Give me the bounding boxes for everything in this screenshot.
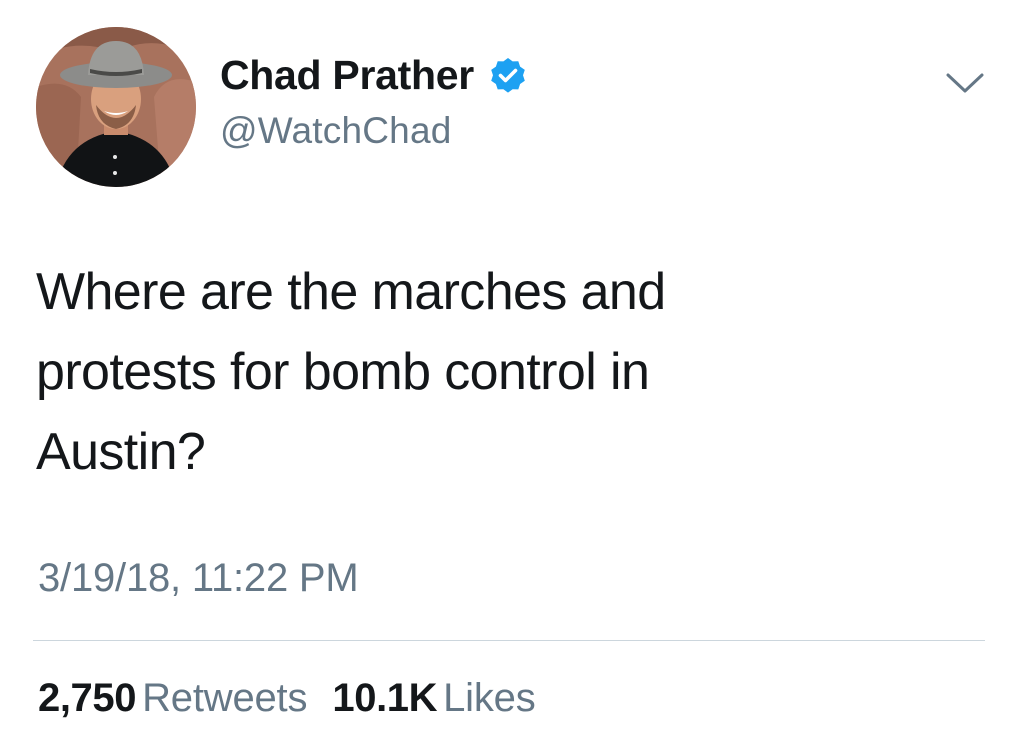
avatar-photo — [36, 27, 196, 187]
divider — [33, 640, 985, 641]
likes-stat[interactable]: 10.1K Likes — [332, 676, 535, 721]
tweet-text: Where are the marches and protests for b… — [36, 252, 936, 492]
verified-badge-icon — [491, 57, 526, 93]
tweet-text-line: protests for bomb control in — [36, 343, 650, 401]
tweet-stats: 2,750 Retweets 10.1K Likes — [38, 676, 550, 721]
author-handle[interactable]: @WatchChad — [220, 110, 452, 152]
author-avatar[interactable] — [36, 27, 196, 187]
like-label: Likes — [443, 676, 536, 720]
tweet-text-line: Austin? — [36, 423, 206, 481]
retweets-stat[interactable]: 2,750 Retweets — [38, 676, 307, 721]
tweet-timestamp[interactable]: 3/19/18, 11:22 PM — [38, 556, 359, 601]
author-display-name[interactable]: Chad Prather — [220, 52, 474, 98]
tweet-card: Chad Prather @WatchChad Where are the ma… — [0, 0, 1024, 752]
tweet-text-line: Where are the marches and — [36, 263, 666, 321]
author-name-row[interactable]: Chad Prather — [220, 52, 528, 104]
chevron-down-icon[interactable] — [944, 70, 986, 96]
retweet-label: Retweets — [142, 676, 308, 720]
retweet-count: 2,750 — [38, 676, 137, 720]
like-count: 10.1K — [332, 676, 438, 720]
